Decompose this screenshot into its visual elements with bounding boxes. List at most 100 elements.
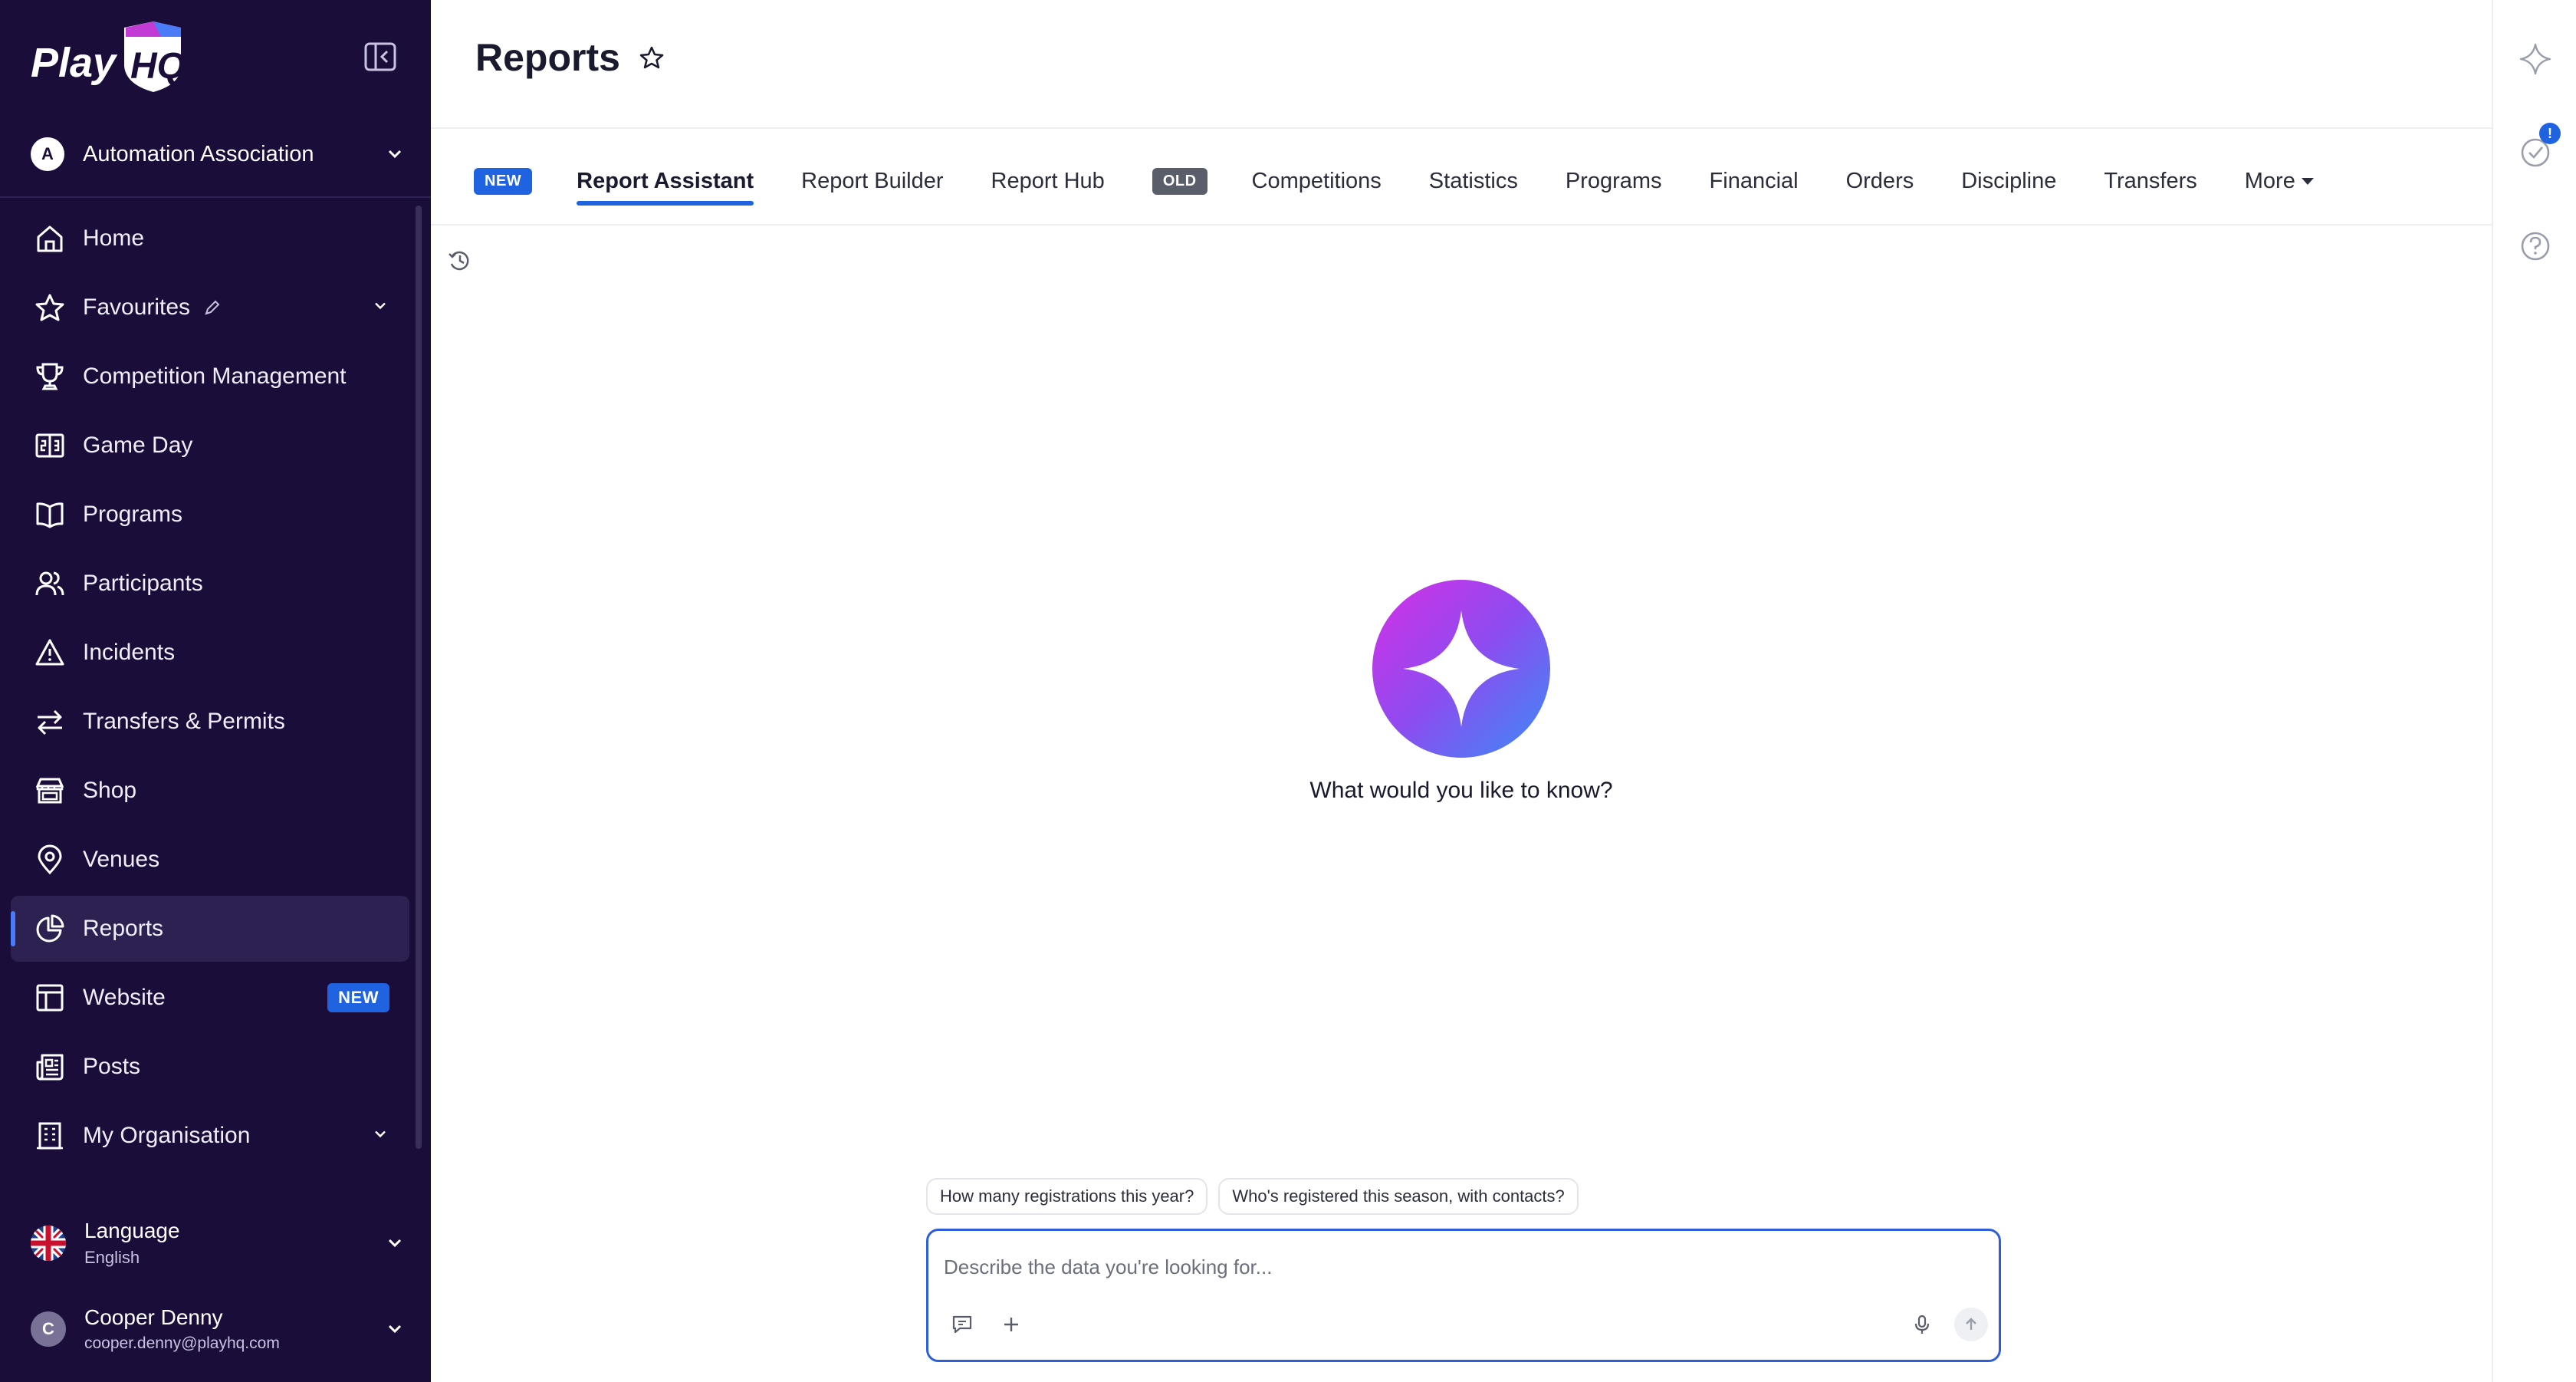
sidebar-item-website[interactable]: Website NEW [11, 965, 409, 1031]
query-input[interactable] [944, 1248, 1971, 1286]
svg-text:HQ: HQ [130, 46, 186, 87]
pie-chart-icon [32, 911, 67, 946]
tab-statistics[interactable]: Statistics [1429, 156, 1518, 206]
tab-more-label: More [2244, 168, 2295, 193]
sidebar-item-incidents[interactable]: Incidents [11, 620, 409, 686]
voice-input-button[interactable] [1907, 1309, 1937, 1340]
sidebar-item-label: Favourites [83, 294, 191, 320]
sidebar-item-game-day[interactable]: Game Day [11, 413, 409, 479]
chevron-down-icon [388, 150, 402, 159]
uk-flag-icon [31, 1226, 66, 1261]
collapse-sidebar-button[interactable] [363, 41, 397, 72]
assistant-prompt: What would you like to know? [1309, 778, 1613, 803]
tab-more[interactable]: More [2245, 156, 2314, 206]
sparkle-icon [2519, 43, 2551, 75]
org-name: Automation Association [83, 141, 314, 166]
chevron-down-icon [388, 1324, 402, 1334]
pencil-icon[interactable] [204, 299, 221, 316]
people-icon [32, 566, 67, 601]
notification-badge: ! [2539, 123, 2561, 144]
prompt-library-button[interactable] [947, 1309, 978, 1340]
send-button[interactable] [1954, 1308, 1988, 1341]
suggestion-chip[interactable]: How many registrations this year? [926, 1178, 1208, 1215]
sidebar-collapse-icon [364, 42, 396, 71]
language-selector[interactable]: Language English [31, 1216, 406, 1270]
sidebar-item-participants[interactable]: Participants [11, 551, 409, 617]
sidebar-item-label: Programs [83, 502, 183, 527]
sidebar-item-reports[interactable]: Reports [11, 896, 409, 962]
layout-icon [32, 980, 67, 1015]
tab-competitions[interactable]: Competitions [1252, 156, 1382, 206]
newspaper-icon [32, 1049, 67, 1084]
sparkle-icon [1403, 610, 1520, 727]
sidebar-item-favourites[interactable]: Favourites [11, 275, 409, 341]
language-label: Language [84, 1219, 180, 1242]
location-pin-icon [32, 842, 67, 877]
building-icon [32, 1118, 67, 1153]
page-title-text: Reports [475, 36, 620, 79]
tab-transfers[interactable]: Transfers [2104, 156, 2196, 206]
tab-report-hub[interactable]: Report Hub [991, 156, 1105, 206]
old-badge: OLD [1152, 167, 1208, 195]
sidebar-item-transfers-permits[interactable]: Transfers & Permits [11, 689, 409, 755]
sidebar-item-label: Home [83, 225, 145, 251]
caret-down-icon [2301, 177, 2314, 185]
suggestion-chip[interactable]: Who's registered this season, with conta… [1218, 1178, 1579, 1215]
tabs-divider [431, 224, 2492, 225]
language-value: English [84, 1248, 140, 1267]
new-badge: NEW [474, 167, 533, 195]
trophy-icon [32, 359, 67, 394]
sidebar-item-home[interactable]: Home [11, 206, 409, 271]
tab-report-assistant[interactable]: Report Assistant [577, 156, 754, 206]
svg-text:Play: Play [31, 40, 118, 86]
scoreboard-icon [32, 428, 67, 463]
chevron-down-icon[interactable] [371, 297, 389, 319]
tab-discipline[interactable]: Discipline [1961, 156, 2056, 206]
home-icon [32, 221, 67, 256]
store-icon [32, 773, 67, 808]
playhq-logo[interactable]: Play HQ [31, 20, 199, 94]
report-tabs: NEW Report Assistant Report Builder Repo… [474, 156, 2361, 206]
plus-icon [1004, 1318, 1018, 1331]
sidebar-item-programs[interactable]: Programs [11, 482, 409, 548]
organisation-switcher[interactable]: A Automation Association [31, 133, 406, 175]
user-name: Cooper Denny [84, 1305, 223, 1329]
sidebar-item-my-organisation[interactable]: My Organisation [11, 1103, 409, 1169]
sidebar-item-label: Shop [83, 778, 137, 803]
sidebar-item-label: Reports [83, 916, 164, 941]
page-title: Reports [475, 35, 665, 80]
tab-programs[interactable]: Programs [1566, 156, 1662, 206]
sidebar-item-label: Transfers & Permits [83, 709, 285, 734]
add-attachment-button[interactable] [996, 1309, 1027, 1340]
book-icon [32, 497, 67, 532]
arrow-up-icon [1966, 1318, 1976, 1330]
tab-orders[interactable]: Orders [1846, 156, 1914, 206]
warning-icon [32, 635, 67, 670]
org-avatar: A [31, 137, 64, 171]
new-badge: NEW [327, 983, 389, 1012]
right-rail: ! [2492, 0, 2576, 1382]
sidebar-item-posts[interactable]: Posts [11, 1034, 409, 1100]
user-email: cooper.denny@playhq.com [84, 1334, 280, 1352]
sidebar-item-shop[interactable]: Shop [11, 758, 409, 824]
sidebar-item-label: Competition Management [83, 364, 347, 389]
history-button[interactable] [446, 247, 474, 275]
ai-assistant-button[interactable] [2516, 40, 2555, 78]
sidebar-divider [0, 196, 431, 198]
sidebar-item-label: Game Day [83, 433, 193, 458]
sidebar-item-competition-management[interactable]: Competition Management [11, 344, 409, 410]
tab-financial[interactable]: Financial [1710, 156, 1799, 206]
sidebar-item-label: Venues [83, 847, 160, 872]
help-icon [2521, 232, 2550, 261]
sidebar-scrollbar[interactable] [416, 206, 422, 1149]
tasks-button[interactable]: ! [2516, 123, 2561, 172]
favourite-star-icon[interactable] [639, 44, 665, 71]
chat-plus-icon [952, 1315, 972, 1334]
chevron-down-icon[interactable] [371, 1125, 389, 1147]
help-button[interactable] [2516, 227, 2555, 265]
user-menu[interactable]: C Cooper Denny cooper.denny@playhq.com [31, 1302, 406, 1356]
sidebar-item-venues[interactable]: Venues [11, 827, 409, 893]
sidebar-item-label: Posts [83, 1054, 141, 1079]
tab-report-builder[interactable]: Report Builder [801, 156, 943, 206]
assistant-sparkle-logo [1372, 580, 1550, 758]
